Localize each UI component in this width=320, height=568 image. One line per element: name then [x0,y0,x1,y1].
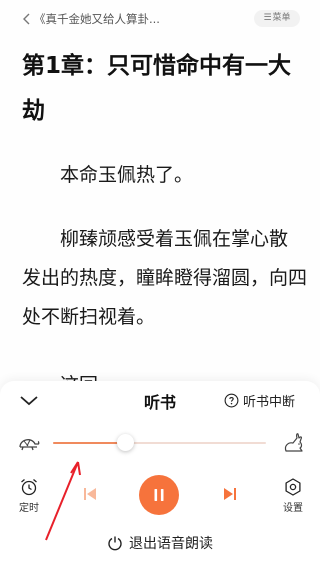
paragraph: 本命玉佩热了。 [22,156,307,195]
menu-label: 菜单 [272,13,291,23]
timer-label: 定时 [19,503,39,514]
paragraph: 柳臻颃感受着玉佩在掌心散发出的热度，瞳眸瞪得溜圆，向四处不断扫视着。 [22,220,307,337]
skip-next-icon[interactable] [220,484,240,504]
back-arrow-icon[interactable] [20,12,34,26]
timer-button[interactable]: 定时 [14,477,44,514]
gear-icon [285,478,301,496]
pause-icon [154,489,164,501]
turtle-icon[interactable] [16,433,42,453]
alarm-clock-icon [21,479,37,496]
paragraph-text: 本命玉佩热了。 [60,164,194,186]
rabbit-icon[interactable] [280,432,306,454]
reader-screen: 《真千金她又给人算卦... ☰菜单 第1章：只可惜命中有一大劫 本命玉佩热了。 … [0,0,320,568]
paragraph-text: 柳臻颃感受着玉佩在掌心散发出的热度，瞳眸瞪得溜圆，向四处不断扫视着。 [22,228,308,328]
listen-panel: 听书 听书中断 定时 设置 退出语音朗读 [0,381,320,568]
settings-button[interactable]: 设置 [278,477,308,514]
exit-label: 退出语音朗读 [129,536,213,552]
top-bar: 《真千金她又给人算卦... ☰菜单 [0,0,320,38]
speed-slider-thumb[interactable] [116,434,134,451]
speed-slider-fill [53,442,125,444]
help-circle-icon [224,393,239,407]
interrupt-label: 听书中断 [243,394,296,410]
chapter-title: 第1章：只可惜命中有一大劫 [22,53,292,124]
pause-button[interactable] [139,475,179,515]
book-title[interactable]: 《真千金她又给人算卦... [34,11,160,27]
skip-previous-icon[interactable] [80,484,100,504]
power-icon [108,536,122,551]
interrupt-button[interactable]: 听书中断 [224,390,295,410]
settings-label: 设置 [283,503,303,514]
menu-button[interactable]: ☰菜单 [254,10,300,27]
menu-icon: ☰ [263,13,272,23]
exit-tts-button[interactable]: 退出语音朗读 [0,532,320,554]
speed-slider-track[interactable] [53,442,266,444]
